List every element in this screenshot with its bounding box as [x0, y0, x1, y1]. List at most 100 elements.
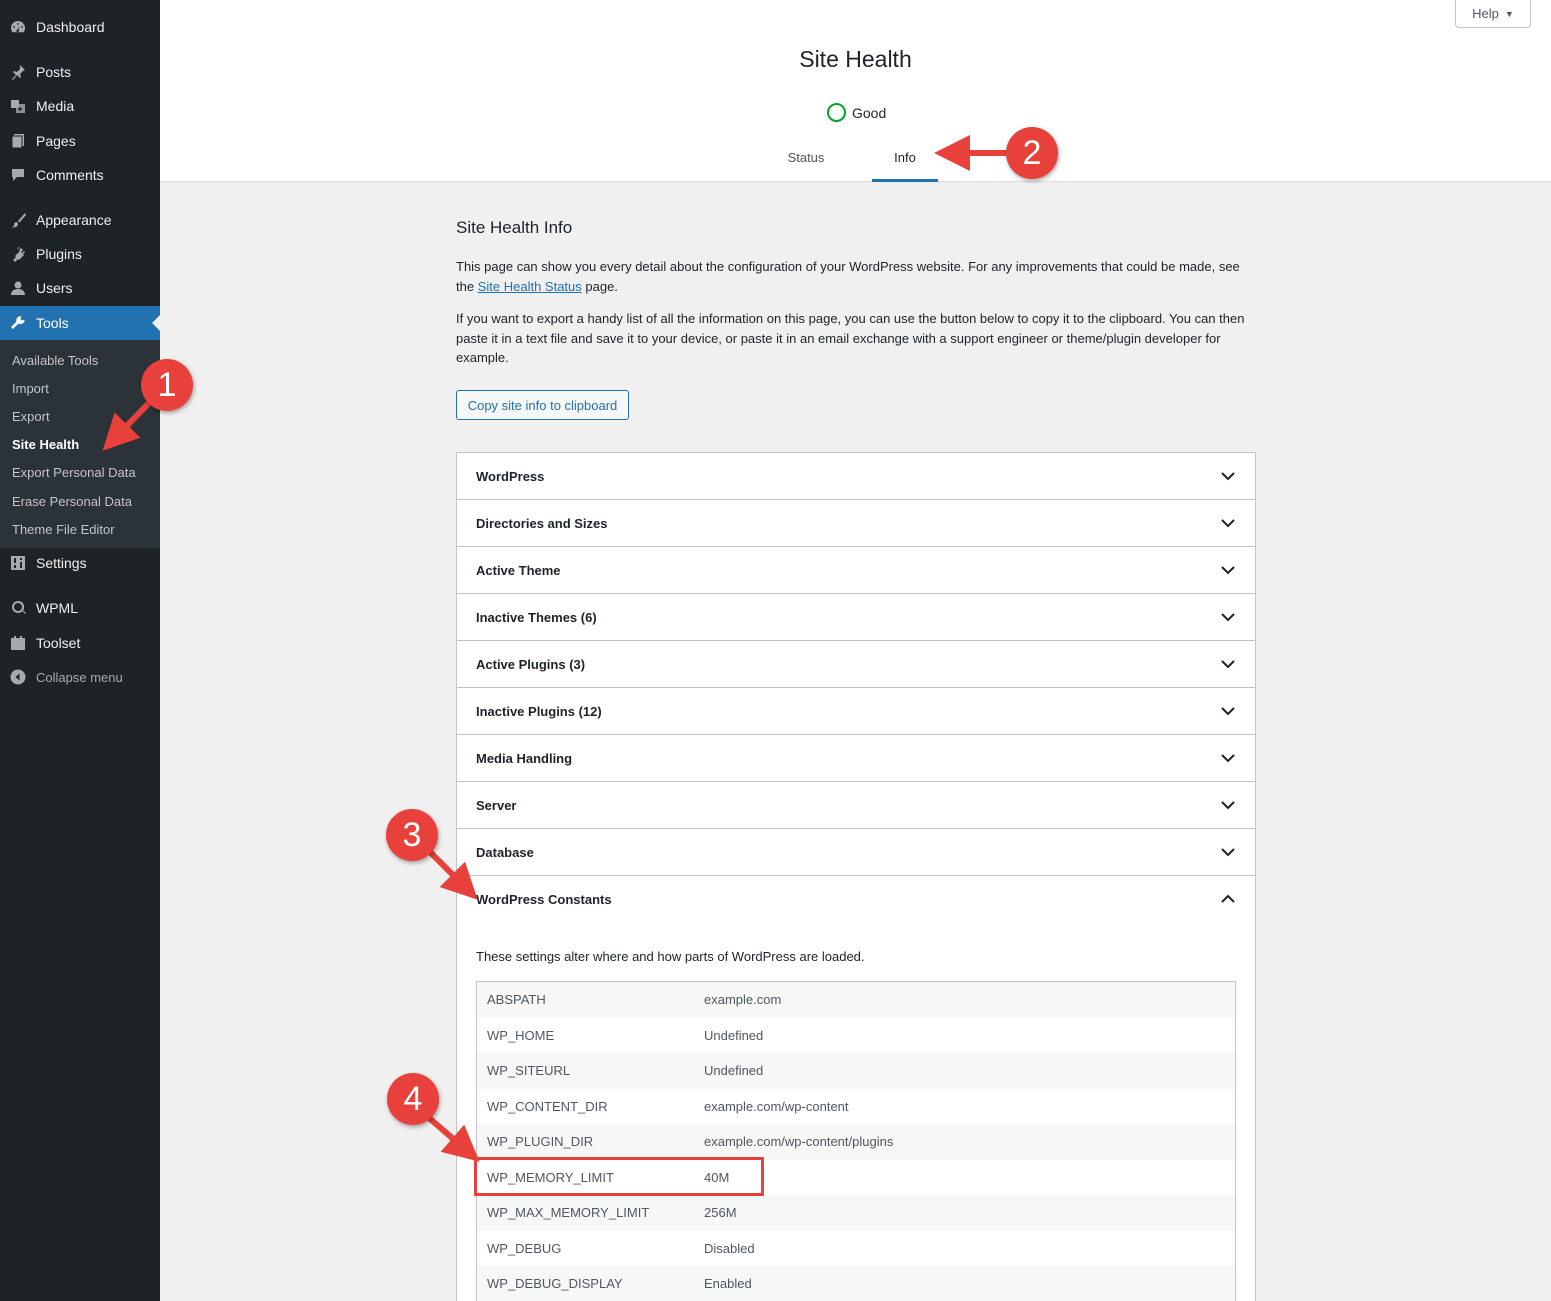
accordion-label: Inactive Themes (6)	[476, 609, 597, 625]
sidebar-item-label: Users	[36, 280, 73, 296]
sidebar-item-comments[interactable]: Comments	[0, 158, 160, 192]
submenu-item-available-tools[interactable]: Available Tools	[12, 351, 98, 371]
help-button[interactable]: Help ▼	[1455, 0, 1531, 28]
pages-icon	[0, 124, 36, 158]
constant-key: WP_PLUGIN_DIR	[487, 1134, 594, 1150]
collapse-icon	[0, 660, 36, 694]
sidebar-item-label: Posts	[36, 64, 72, 80]
constants-table: ABSPATH example.com WP_HOME Undefined WP…	[476, 981, 1236, 1301]
accordion-label: Active Theme	[476, 562, 561, 578]
table-row: WP_DEBUG_DISPLAY Enabled	[477, 1266, 1235, 1301]
intro-text-end: page.	[585, 278, 618, 294]
chevron-down-icon	[1221, 519, 1235, 528]
sidebar-item-appearance[interactable]: Appearance	[0, 203, 160, 237]
table-row: ABSPATH example.com	[477, 982, 1235, 1018]
accordion-database[interactable]: Database	[457, 829, 1255, 876]
chevron-down-icon	[1221, 472, 1235, 481]
export-paragraph: If you want to export a handy list of al…	[456, 311, 1245, 365]
constant-value: 256M	[704, 1205, 737, 1221]
accordion-active-theme[interactable]: Active Theme	[457, 547, 1255, 594]
accordion-label: Inactive Plugins (12)	[476, 703, 602, 719]
submenu-item-export[interactable]: Export	[12, 407, 50, 427]
constant-key: WP_HOME	[487, 1027, 555, 1043]
constant-value: Undefined	[704, 1063, 764, 1079]
sidebar-item-label: Appearance	[36, 212, 112, 228]
health-status-label: Good	[852, 104, 887, 121]
sidebar-item-label: Collapse menu	[36, 669, 123, 685]
tab-label: Status	[787, 150, 825, 165]
chevron-down-icon	[1221, 754, 1235, 763]
help-label: Help	[1472, 6, 1499, 21]
accordion-directories-and-sizes[interactable]: Directories and Sizes	[457, 500, 1255, 547]
accordion-label: Active Plugins (3)	[476, 656, 586, 672]
constant-key: WP_DEBUG_DISPLAY	[487, 1276, 623, 1292]
admin-sidebar: Dashboard Posts Media Pages Comments App…	[0, 0, 160, 1301]
collapse-menu-button[interactable]: Collapse menu	[0, 660, 160, 694]
sidebar-item-users[interactable]: Users	[0, 271, 160, 305]
constant-key: WP_MAX_MEMORY_LIMIT	[487, 1205, 650, 1221]
toolset-icon	[0, 626, 36, 660]
submenu-item-import[interactable]: Import	[12, 379, 49, 399]
constant-value: example.com/wp-content	[704, 1098, 849, 1114]
accordion-wordpress-constants[interactable]: WordPress Constants	[457, 876, 1255, 923]
sidebar-item-label: Settings	[36, 555, 87, 571]
accordion-server[interactable]: Server	[457, 782, 1255, 829]
user-icon	[0, 271, 36, 305]
sidebar-item-posts[interactable]: Posts	[0, 55, 160, 89]
sidebar-item-media[interactable]: Media	[0, 89, 160, 123]
chevron-down-icon	[1221, 660, 1235, 669]
sidebar-item-label: Dashboard	[36, 19, 105, 35]
tab-info[interactable]: Info	[872, 138, 938, 182]
highlight-box	[474, 1157, 764, 1196]
sidebar-item-plugins[interactable]: Plugins	[0, 237, 160, 271]
submenu-item-theme-file-editor[interactable]: Theme File Editor	[12, 520, 115, 540]
table-row: WP_PLUGIN_DIR example.com/wp-content/plu…	[477, 1124, 1235, 1160]
submenu-item-export-personal-data[interactable]: Export Personal Data	[12, 463, 136, 483]
sidebar-item-tools[interactable]: Tools	[0, 306, 160, 340]
constant-key: WP_SITEURL	[487, 1063, 571, 1079]
pin-icon	[0, 55, 36, 89]
tab-status[interactable]: Status	[774, 138, 838, 182]
caret-down-icon: ▼	[1504, 8, 1514, 19]
plugin-icon	[0, 237, 36, 271]
constant-value: Undefined	[704, 1027, 764, 1043]
submenu-item-erase-personal-data[interactable]: Erase Personal Data	[12, 492, 132, 512]
sidebar-item-toolset[interactable]: Toolset	[0, 626, 160, 660]
annotation-badge-3: 3	[386, 809, 438, 861]
site-health-header: Help ▼ Site Health Good Status Info	[160, 0, 1551, 182]
annotation-badge-2: 2	[1006, 127, 1058, 179]
settings-icon	[0, 546, 36, 580]
submenu-item-site-health[interactable]: Site Health	[12, 435, 79, 455]
sidebar-item-wpml[interactable]: WPML	[0, 591, 160, 625]
accordion-media-handling[interactable]: Media Handling	[457, 735, 1255, 782]
site-health-status-link[interactable]: Site Health Status	[478, 279, 582, 294]
sidebar-item-pages[interactable]: Pages	[0, 124, 160, 158]
accordion-inactive-plugins[interactable]: Inactive Plugins (12)	[457, 688, 1255, 735]
accordion-inactive-themes[interactable]: Inactive Themes (6)	[457, 594, 1255, 641]
media-icon	[0, 89, 36, 123]
active-pointer	[152, 315, 160, 331]
dashboard-icon	[0, 10, 36, 44]
copy-site-info-button[interactable]: Copy site info to clipboard	[456, 390, 629, 420]
chevron-down-icon	[1221, 613, 1235, 622]
accordion-wordpress[interactable]: WordPress	[457, 453, 1255, 500]
accordion-active-plugins[interactable]: Active Plugins (3)	[457, 641, 1255, 688]
accordion-label: Database	[476, 844, 534, 860]
sidebar-item-dashboard[interactable]: Dashboard	[0, 10, 160, 44]
table-row: WP_HOME Undefined	[477, 1017, 1235, 1053]
constants-description: These settings alter where and how parts…	[476, 949, 865, 964]
sidebar-item-settings[interactable]: Settings	[0, 546, 160, 580]
sidebar-item-label: Toolset	[36, 635, 81, 651]
wrench-icon	[0, 306, 36, 340]
annotation-badge-1: 1	[141, 359, 193, 411]
wpml-icon	[0, 591, 36, 625]
sidebar-item-label: Media	[36, 98, 75, 114]
chevron-down-icon	[1221, 801, 1235, 810]
accordion-label: WordPress Constants	[476, 892, 612, 907]
constant-value: Enabled	[704, 1276, 752, 1292]
accordion-label: WordPress	[476, 468, 545, 484]
sidebar-item-label: Comments	[36, 167, 104, 183]
chevron-up-icon	[1221, 894, 1235, 903]
sidebar-item-label: Pages	[36, 133, 76, 149]
chevron-down-icon	[1221, 848, 1235, 857]
